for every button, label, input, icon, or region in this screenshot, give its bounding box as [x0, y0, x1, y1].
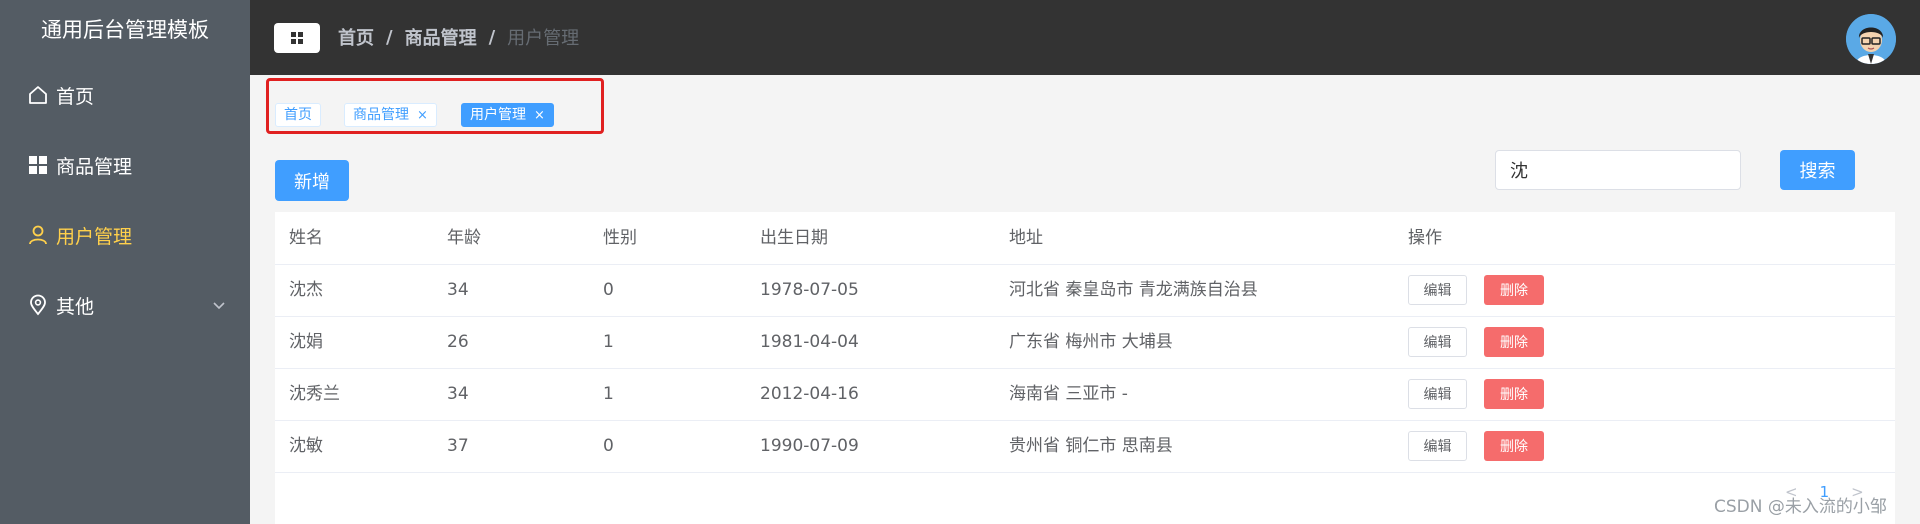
- close-icon[interactable]: ×: [417, 108, 428, 123]
- cell-address: 广东省 梅州市 大埔县: [1009, 332, 1173, 352]
- cell-birth: 1978-07-05: [760, 280, 859, 300]
- cell-sex: 0: [603, 280, 614, 300]
- edit-button[interactable]: 编辑: [1408, 431, 1467, 461]
- cell-address: 海南省 三亚市 -: [1009, 384, 1128, 404]
- delete-button[interactable]: 删除: [1484, 431, 1544, 461]
- chevron-down-icon: [212, 294, 226, 316]
- table-row: 沈杰 34 0 1978-07-05 河北省 秦皇岛市 青龙满族自治县 编辑 删…: [275, 264, 1895, 317]
- tag-label: 用户管理: [470, 107, 526, 123]
- cell-name: 沈秀兰: [289, 384, 340, 404]
- edit-button[interactable]: 编辑: [1408, 275, 1467, 305]
- column-header-address: 地址: [1009, 228, 1043, 248]
- table-row: 沈秀兰 34 1 2012-04-16 海南省 三亚市 - 编辑 删除: [275, 368, 1895, 421]
- grid-icon: [291, 29, 303, 48]
- sidebar-item-goods[interactable]: 商品管理: [0, 130, 250, 200]
- breadcrumb-item-goods[interactable]: 商品管理: [405, 24, 477, 50]
- cell-address: 贵州省 铜仁市 思南县: [1009, 436, 1173, 456]
- table-header: 姓名 年龄 性别 出生日期 地址 操作: [275, 212, 1895, 265]
- tags-highlight-box: 首页 商品管理 × 用户管理 ×: [266, 78, 604, 134]
- table-row: 沈娟 26 1 1981-04-04 广东省 梅州市 大埔县 编辑 删除: [275, 316, 1895, 369]
- sidebar-item-label: 首页: [56, 85, 95, 108]
- user-icon: [26, 223, 50, 247]
- location-icon: [26, 293, 50, 317]
- avatar[interactable]: [1846, 14, 1896, 64]
- grid-icon: [26, 153, 50, 177]
- user-table: 姓名 年龄 性别 出生日期 地址 操作 沈杰 34 0 1978-07-05 河…: [275, 212, 1895, 524]
- cell-address: 河北省 秦皇岛市 青龙满族自治县: [1009, 280, 1258, 300]
- tag-users[interactable]: 用户管理 ×: [461, 103, 554, 127]
- collapse-menu-button[interactable]: [274, 23, 320, 53]
- watermark: CSDN @未入流的小邹: [1714, 497, 1887, 517]
- cell-sex: 1: [603, 384, 614, 404]
- column-header-birth: 出生日期: [760, 228, 828, 248]
- cell-sex: 1: [603, 332, 614, 352]
- cell-age: 34: [447, 280, 469, 300]
- edit-button[interactable]: 编辑: [1408, 327, 1467, 357]
- cell-name: 沈敏: [289, 436, 323, 456]
- cell-name: 沈娟: [289, 332, 323, 352]
- search-input[interactable]: [1495, 150, 1741, 190]
- breadcrumb-separator: /: [386, 26, 393, 48]
- cell-name: 沈杰: [289, 280, 323, 300]
- cell-sex: 0: [603, 436, 614, 456]
- sidebar-item-home[interactable]: 首页: [0, 60, 250, 130]
- cell-birth: 1981-04-04: [760, 332, 859, 352]
- column-header-actions: 操作: [1408, 228, 1442, 248]
- cell-birth: 2012-04-16: [760, 384, 859, 404]
- breadcrumb-item-users: 用户管理: [507, 28, 580, 49]
- sidebar-item-other[interactable]: 其他: [0, 270, 250, 340]
- column-header-sex: 性别: [603, 228, 637, 248]
- tag-label: 商品管理: [353, 107, 409, 123]
- table-row: 沈敏 37 0 1990-07-09 贵州省 铜仁市 思南县 编辑 删除: [275, 420, 1895, 473]
- close-icon[interactable]: ×: [534, 108, 545, 123]
- top-bar: 首页 / 商品管理 / 用户管理: [250, 0, 1920, 75]
- delete-button[interactable]: 删除: [1484, 327, 1544, 357]
- cell-age: 34: [447, 384, 469, 404]
- sidebar-item-label: 用户管理: [56, 225, 133, 248]
- sidebar-item-users[interactable]: 用户管理: [0, 200, 250, 270]
- cell-age: 37: [447, 436, 469, 456]
- cell-birth: 1990-07-09: [760, 436, 859, 456]
- breadcrumb-item-home[interactable]: 首页: [338, 24, 374, 50]
- tag-label: 首页: [284, 107, 312, 123]
- add-button[interactable]: 新增: [275, 160, 349, 201]
- sidebar: 通用后台管理模板 首页 商品管理 用户管理 其他: [0, 0, 250, 524]
- edit-button[interactable]: 编辑: [1408, 379, 1467, 409]
- breadcrumb: 首页 / 商品管理 / 用户管理: [338, 24, 579, 50]
- breadcrumb-separator: /: [488, 26, 496, 48]
- sidebar-item-label: 其他: [56, 295, 95, 318]
- tag-goods[interactable]: 商品管理 ×: [344, 103, 437, 127]
- column-header-age: 年龄: [447, 228, 481, 248]
- column-header-name: 姓名: [289, 228, 323, 248]
- search-button[interactable]: 搜索: [1780, 150, 1855, 190]
- cell-age: 26: [447, 332, 469, 352]
- delete-button[interactable]: 删除: [1484, 379, 1544, 409]
- home-icon: [26, 83, 50, 107]
- app-title: 通用后台管理模板: [41, 18, 209, 42]
- sidebar-item-label: 商品管理: [56, 155, 133, 178]
- delete-button[interactable]: 删除: [1484, 275, 1544, 305]
- tag-home[interactable]: 首页: [275, 103, 321, 127]
